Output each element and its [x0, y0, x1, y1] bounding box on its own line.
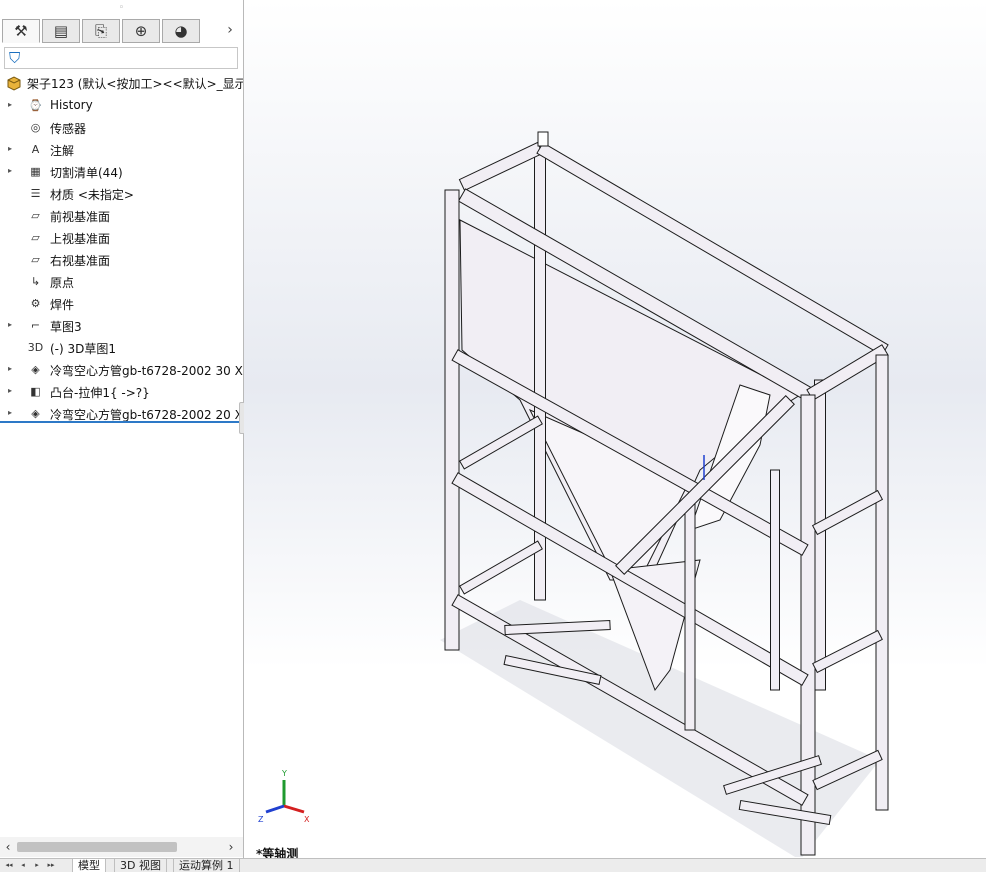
filter-icon: ⛉ — [9, 49, 21, 67]
tree-item-label: 草图3 — [50, 320, 82, 334]
frame-model: Y X Z — [258, 131, 889, 857]
left-bottom-rail — [459, 540, 543, 595]
tab-property-manager[interactable]: ▤ — [42, 19, 80, 43]
last-tab-icon[interactable]: ▸▸ — [46, 860, 56, 871]
sketch-icon: ⌐ — [30, 319, 41, 332]
top-left-rail — [458, 141, 544, 192]
tree-item-label: (-) 3D草图1 — [50, 342, 117, 356]
prev-tab-icon[interactable]: ◂ — [18, 860, 28, 871]
triad-x-axis — [283, 804, 305, 814]
display-manager-icon: ◕ — [174, 22, 188, 40]
extrude-boss-icon: ◧ — [30, 385, 41, 398]
expand-arrow-icon[interactable]: ▸ — [8, 407, 12, 419]
expand-arrow-icon[interactable]: ▸ — [8, 319, 12, 331]
expand-arrow-icon[interactable]: ▸ — [8, 363, 12, 375]
feature-manager-icon: ⚒ — [14, 22, 28, 40]
tree-item-label: History — [50, 98, 93, 112]
rear-right-post — [875, 354, 889, 811]
tree-item[interactable]: ▸ ▦ 切割清单(44) — [0, 161, 243, 183]
tree-root-part[interactable]: 架子123 (默认<按加工><<默认>_显示状态 1>) — [3, 73, 243, 93]
back-right-post — [814, 379, 826, 691]
tab-display-manager[interactable]: ◕ — [162, 19, 200, 43]
plane-icon: ▱ — [31, 231, 40, 244]
structural-member-icon: ◈ — [31, 363, 40, 376]
tree-item[interactable]: ▱ 上视基准面 — [0, 227, 243, 249]
material-icon: ☰ — [30, 187, 41, 200]
property-manager-icon: ▤ — [53, 22, 69, 40]
tree-item[interactable]: ◎ 传感器 — [0, 117, 243, 139]
tab-configuration-manager[interactable]: ⎘ — [82, 19, 120, 43]
tree-item-label: 注解 — [50, 144, 75, 158]
tree-item[interactable]: ▱ 右视基准面 — [0, 249, 243, 271]
tab-model[interactable]: 模型 — [72, 859, 106, 872]
rollback-bar[interactable] — [0, 421, 240, 423]
tree-item-label: 冷弯空心方管gb-t6728-2002 30 X — [50, 364, 243, 378]
first-tab-icon[interactable]: ◂◂ — [4, 860, 14, 871]
triad-x-label: X — [304, 815, 310, 824]
tree-item[interactable]: ▸ ⌚ History — [0, 95, 243, 117]
inner-post-2 — [770, 469, 780, 691]
plane-icon: ▱ — [31, 253, 40, 266]
scroll-thumb[interactable] — [17, 842, 177, 852]
tree-item-label: 材质 <未指定> — [50, 188, 134, 202]
weldment-icon: ⚙ — [30, 297, 41, 310]
expand-arrow-icon[interactable]: ▸ — [8, 385, 12, 397]
tree-item[interactable]: ▱ 前视基准面 — [0, 205, 243, 227]
tab-3d-view[interactable]: 3D 视图 — [114, 859, 167, 872]
front-right-post — [800, 394, 816, 856]
tree-item-label: 右视基准面 — [50, 254, 111, 268]
tree-item[interactable]: ↳ 原点 — [0, 271, 243, 293]
expand-arrow-icon[interactable]: ▸ — [8, 99, 12, 111]
dimxpert-icon: ⊕ — [134, 22, 148, 40]
horizontal-scrollbar[interactable]: ‹ › — [0, 837, 243, 857]
front-left-post — [444, 189, 460, 651]
tree-item-label: 焊件 — [50, 298, 75, 312]
feature-tree: ▸ ⌚ History ◎ 传感器 ▸ A 注解 ▸ ▦ 切割清单(44) ☰ 材质 <未指定> ▱ 前视基… — [0, 95, 243, 425]
tab-dimxpert[interactable]: ⊕ — [122, 19, 160, 43]
feature-manager-panel: ◦ ⚒ ▤ ⎘ ⊕ ◕ › ⛉ 架子123 (默认<按加工><<默认>_显示状态… — [0, 0, 253, 871]
tree-item-label: 上视基准面 — [50, 232, 111, 246]
bottom-tab-bar: ◂◂ ◂ ▸ ▸▸ 模型 3D 视图 运动算例 1 — [0, 858, 986, 872]
scroll-left-icon[interactable]: ‹ — [0, 837, 16, 857]
expand-arrow-icon[interactable]: ▸ — [8, 165, 12, 177]
tab-motion-study[interactable]: 运动算例 1 — [173, 859, 240, 872]
cut-list-icon: ▦ — [30, 165, 41, 178]
tree-item[interactable]: ▸ ◈ 冷弯空心方管gb-t6728-2002 30 X — [0, 359, 243, 381]
annotation-icon: A — [31, 143, 40, 156]
tree-filter-input[interactable]: ⛉ — [4, 47, 238, 69]
tree-root-label: 架子123 (默认<按加工><<默认>_显示状态 1>) — [27, 77, 243, 91]
triad-y-label: Y — [281, 769, 287, 778]
inner-post-1 — [684, 499, 696, 731]
tree-item[interactable]: ▸ ⌐ 草图3 — [0, 315, 243, 337]
tabs-more-button[interactable]: › — [220, 19, 240, 43]
next-tab-icon[interactable]: ▸ — [32, 860, 42, 871]
tree-item[interactable]: ⚙ 焊件 — [0, 293, 243, 315]
tree-item-label: 传感器 — [50, 122, 87, 136]
plane-icon: ▱ — [31, 209, 40, 222]
tree-item-label: 原点 — [50, 276, 75, 290]
tree-item[interactable]: ▸ A 注解 — [0, 139, 243, 161]
panel-tabs: ⚒ ▤ ⎘ ⊕ ◕ › — [2, 19, 240, 45]
configuration-manager-icon: ⎘ — [94, 22, 107, 40]
origin-icon: ↳ — [30, 275, 41, 288]
tree-item-label: 前视基准面 — [50, 210, 111, 224]
tree-item-label: 凸台-拉伸1{ ->?} — [50, 386, 150, 400]
left-mid-rail — [459, 415, 543, 470]
panel-grip[interactable]: ◦ — [0, 0, 243, 16]
tree-item[interactable]: ☰ 材质 <未指定> — [0, 183, 243, 205]
triad-z-axis — [265, 804, 285, 814]
expand-arrow-icon[interactable]: ▸ — [8, 143, 12, 155]
sensor-icon: ◎ — [30, 121, 41, 134]
top-corner-cap — [537, 131, 549, 147]
triad-z-label: Z — [258, 815, 264, 824]
scroll-right-icon[interactable]: › — [223, 837, 239, 857]
tree-item-label: 切割清单(44) — [50, 166, 123, 180]
3d-sketch-icon: 3D — [27, 341, 44, 354]
tab-feature-manager[interactable]: ⚒ — [2, 19, 40, 43]
tree-item[interactable]: 3D (-) 3D草图1 — [0, 337, 243, 359]
history-icon: ⌚ — [28, 99, 43, 112]
graphics-viewport[interactable]: Y X Z — [244, 0, 986, 857]
part-icon — [7, 76, 21, 91]
tree-item[interactable]: ▸ ◧ 凸台-拉伸1{ ->?} — [0, 381, 243, 403]
